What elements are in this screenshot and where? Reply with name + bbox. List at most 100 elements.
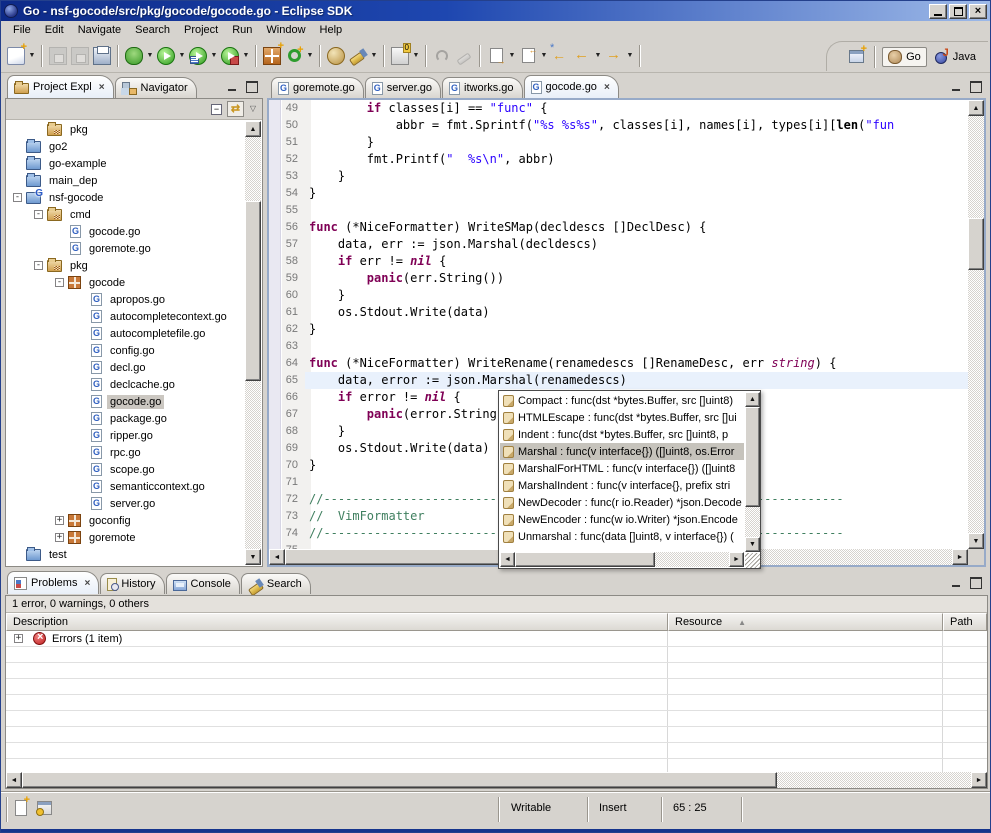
next-annotation-button[interactable] bbox=[485, 44, 507, 68]
run-dropdown-icon[interactable]: ▼ bbox=[177, 52, 187, 59]
print-button[interactable] bbox=[91, 44, 113, 68]
collapse-icon[interactable]: - bbox=[34, 261, 43, 270]
scroll-up-icon[interactable]: ▲ bbox=[745, 392, 760, 407]
tree-item-rpc-go[interactable]: rpc.go bbox=[7, 444, 245, 461]
table-row[interactable] bbox=[6, 663, 987, 679]
table-row[interactable] bbox=[6, 759, 987, 772]
menu-edit[interactable]: Edit bbox=[38, 23, 71, 37]
open-resource-button[interactable] bbox=[325, 44, 347, 68]
code-line[interactable]: 65 data, error := json.Marshal(renamedes… bbox=[269, 372, 968, 389]
menu-project[interactable]: Project bbox=[177, 23, 225, 37]
code-line[interactable]: 58 if err != nil { bbox=[269, 253, 968, 270]
editor-tab-itworks-go[interactable]: itworks.go bbox=[442, 77, 523, 98]
editor-tab-server-go[interactable]: server.go bbox=[365, 77, 441, 98]
close-icon[interactable]: × bbox=[84, 578, 90, 589]
expand-icon[interactable]: + bbox=[55, 516, 64, 525]
perspective-go[interactable]: Go bbox=[882, 47, 927, 67]
search-dropdown-icon[interactable]: ▼ bbox=[369, 52, 379, 59]
new-dropdown-icon[interactable]: ▼ bbox=[27, 52, 37, 59]
link-tool-button[interactable] bbox=[453, 44, 475, 68]
code-line[interactable]: 52 fmt.Printf(" %s\n", abbr) bbox=[269, 151, 968, 168]
tree-item-goconfig[interactable]: +goconfig bbox=[7, 512, 245, 529]
maximize-button[interactable] bbox=[949, 4, 967, 19]
tree-item-server-go[interactable]: server.go bbox=[7, 495, 245, 512]
run-history-button[interactable] bbox=[187, 44, 209, 68]
tree-item-gocode[interactable]: -gocode bbox=[7, 274, 245, 291]
collapse-icon[interactable]: - bbox=[34, 210, 43, 219]
problems-hscrollbar[interactable]: ◄ ► bbox=[6, 772, 987, 788]
save-all-button[interactable] bbox=[69, 44, 91, 68]
completion-item[interactable]: NewEncoder : func(w io.Writer) *json.Enc… bbox=[500, 511, 744, 528]
trim-widget-icon[interactable] bbox=[37, 801, 52, 815]
debug-button[interactable] bbox=[123, 44, 145, 68]
maximize-view-button[interactable] bbox=[243, 79, 261, 94]
search-button[interactable] bbox=[347, 44, 369, 68]
scroll-down-icon[interactable]: ▼ bbox=[745, 537, 760, 552]
tree-item-goremote-go[interactable]: goremote.go bbox=[7, 240, 245, 257]
menu-run[interactable]: Run bbox=[225, 23, 259, 37]
completion-item[interactable]: MarshalIndent : func(v interface{}, pref… bbox=[500, 477, 744, 494]
tree-item-main-dep[interactable]: main_dep bbox=[7, 172, 245, 189]
code-line[interactable]: 49 if classes[i] == "func" { bbox=[269, 100, 968, 117]
scroll-thumb[interactable] bbox=[245, 201, 261, 381]
completion-item[interactable]: MarshalForHTML : func(v interface{}) ([]… bbox=[500, 460, 744, 477]
code-line[interactable]: 55 bbox=[269, 202, 968, 219]
close-button[interactable]: × bbox=[969, 4, 987, 19]
scroll-thumb[interactable] bbox=[22, 772, 777, 788]
scroll-left-icon[interactable]: ◄ bbox=[500, 552, 515, 567]
new-go-package-button[interactable] bbox=[261, 44, 283, 68]
explorer-tab-navigator[interactable]: Navigator bbox=[115, 77, 197, 98]
problems-tab-history[interactable]: History bbox=[100, 573, 164, 594]
code-line[interactable]: 59 panic(err.String()) bbox=[269, 270, 968, 287]
run-button[interactable] bbox=[155, 44, 177, 68]
prev-annotation-button[interactable] bbox=[517, 44, 539, 68]
next-annotation-dropdown-icon[interactable]: ▼ bbox=[507, 52, 517, 59]
menu-help[interactable]: Help bbox=[313, 23, 350, 37]
completion-item[interactable]: Unmarshal : func(data []uint8, v interfa… bbox=[500, 528, 744, 545]
expand-icon[interactable]: + bbox=[14, 634, 23, 643]
completion-item[interactable]: Compact : func(dst *bytes.Buffer, src []… bbox=[500, 392, 744, 409]
forward-button[interactable] bbox=[603, 44, 625, 68]
completion-item[interactable]: NewDecoder : func(r io.Reader) *json.Dec… bbox=[500, 494, 744, 511]
collapse-icon[interactable]: - bbox=[55, 278, 64, 287]
editor-vscrollbar[interactable]: ▲ ▼ bbox=[968, 100, 984, 549]
maximize-editor-button[interactable] bbox=[967, 79, 985, 94]
expand-icon[interactable]: + bbox=[55, 533, 64, 542]
scroll-right-icon[interactable]: ► bbox=[729, 552, 744, 567]
minimize-view-button[interactable] bbox=[223, 79, 241, 94]
forward-dropdown-icon[interactable]: ▼ bbox=[625, 52, 635, 59]
last-edit-location-button[interactable] bbox=[549, 44, 571, 68]
external-tools-button[interactable] bbox=[389, 44, 411, 68]
tree-item-autocompletefile-go[interactable]: autocompletefile.go bbox=[7, 325, 245, 342]
link-with-editor-icon[interactable]: ⇄ bbox=[227, 101, 244, 117]
resize-grip[interactable] bbox=[745, 553, 760, 568]
debug-dropdown-icon[interactable]: ▼ bbox=[145, 52, 155, 59]
tree-item-go2[interactable]: go2 bbox=[7, 138, 245, 155]
tree-item-gocode-go[interactable]: gocode.go bbox=[7, 393, 245, 410]
minimize-editor-button[interactable] bbox=[947, 79, 965, 94]
minimize-button[interactable] bbox=[929, 4, 947, 19]
code-line[interactable]: 51 } bbox=[269, 134, 968, 151]
problems-tab-console[interactable]: Console bbox=[166, 573, 240, 594]
scroll-left-icon[interactable]: ◄ bbox=[269, 549, 285, 565]
tree-item-ripper-go[interactable]: ripper.go bbox=[7, 427, 245, 444]
tree-item-goremote[interactable]: +goremote bbox=[7, 529, 245, 546]
minimize-view-button[interactable] bbox=[947, 575, 965, 590]
view-menu-icon[interactable]: ▽ bbox=[247, 101, 259, 117]
code-line[interactable]: 60 } bbox=[269, 287, 968, 304]
tree-item-go-example[interactable]: go-example bbox=[7, 155, 245, 172]
code-line[interactable]: 61 os.Stdout.Write(data) bbox=[269, 304, 968, 321]
table-row[interactable] bbox=[6, 647, 987, 663]
table-row[interactable] bbox=[6, 727, 987, 743]
code-line[interactable]: 64func (*NiceFormatter) WriteRename(rena… bbox=[269, 355, 968, 372]
tree-item-scope-go[interactable]: scope.go bbox=[7, 461, 245, 478]
scroll-down-icon[interactable]: ▼ bbox=[968, 533, 984, 549]
tree-item-pkg[interactable]: -pkg bbox=[7, 257, 245, 274]
prev-annotation-dropdown-icon[interactable]: ▼ bbox=[539, 52, 549, 59]
gc-dropdown-icon[interactable]: ▼ bbox=[305, 52, 315, 59]
code-line[interactable]: 57 data, err := json.Marshal(decldescs) bbox=[269, 236, 968, 253]
run-history-dropdown-icon[interactable]: ▼ bbox=[209, 52, 219, 59]
table-row[interactable] bbox=[6, 711, 987, 727]
code-line[interactable]: 63 bbox=[269, 338, 968, 355]
column-path[interactable]: Path bbox=[943, 613, 987, 631]
